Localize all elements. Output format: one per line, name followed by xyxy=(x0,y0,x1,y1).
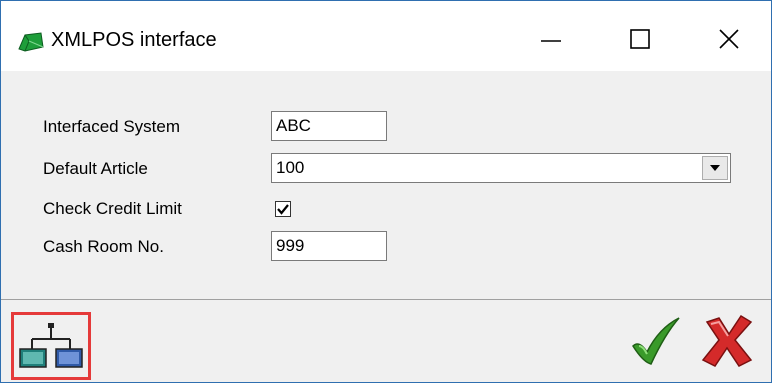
checkmark-icon xyxy=(277,204,289,215)
close-button[interactable] xyxy=(711,25,747,55)
footer-toolbar xyxy=(1,300,771,382)
close-icon xyxy=(719,29,739,49)
minimize-button[interactable] xyxy=(533,25,569,55)
dropdown-arrow-button[interactable] xyxy=(702,156,728,180)
check-credit-limit-label: Check Credit Limit xyxy=(43,199,182,218)
interface-config-button[interactable] xyxy=(11,312,91,380)
default-article-select[interactable]: 100 xyxy=(271,153,731,183)
maximize-button[interactable] xyxy=(622,25,658,55)
default-article-value: 100 xyxy=(276,158,305,177)
checkmark-icon xyxy=(632,317,680,365)
cash-room-no-label: Cash Room No. xyxy=(43,237,164,256)
interfaced-system-field[interactable]: ABC xyxy=(271,111,387,141)
settings-form: Interfaced System ABC Default Article 10… xyxy=(1,71,771,299)
ok-button[interactable] xyxy=(625,310,685,370)
interface-app-icon xyxy=(17,29,45,53)
window-title: XMLPOS interface xyxy=(51,29,217,51)
maximize-icon xyxy=(630,29,650,49)
minimize-icon xyxy=(541,40,561,42)
red-x-icon xyxy=(701,314,753,367)
xmlpos-interface-window: XMLPOS interface Interfaced System ABC D… xyxy=(0,0,772,383)
default-article-label: Default Article xyxy=(43,159,148,178)
chevron-down-icon xyxy=(710,165,720,171)
check-credit-limit-checkbox[interactable] xyxy=(275,201,291,217)
interfaced-system-label: Interfaced System xyxy=(43,117,181,136)
cash-room-no-field[interactable]: 999 xyxy=(271,231,387,261)
title-bar: XMLPOS interface xyxy=(1,1,771,71)
cancel-button[interactable] xyxy=(697,310,757,370)
network-diagram-icon xyxy=(19,323,83,368)
